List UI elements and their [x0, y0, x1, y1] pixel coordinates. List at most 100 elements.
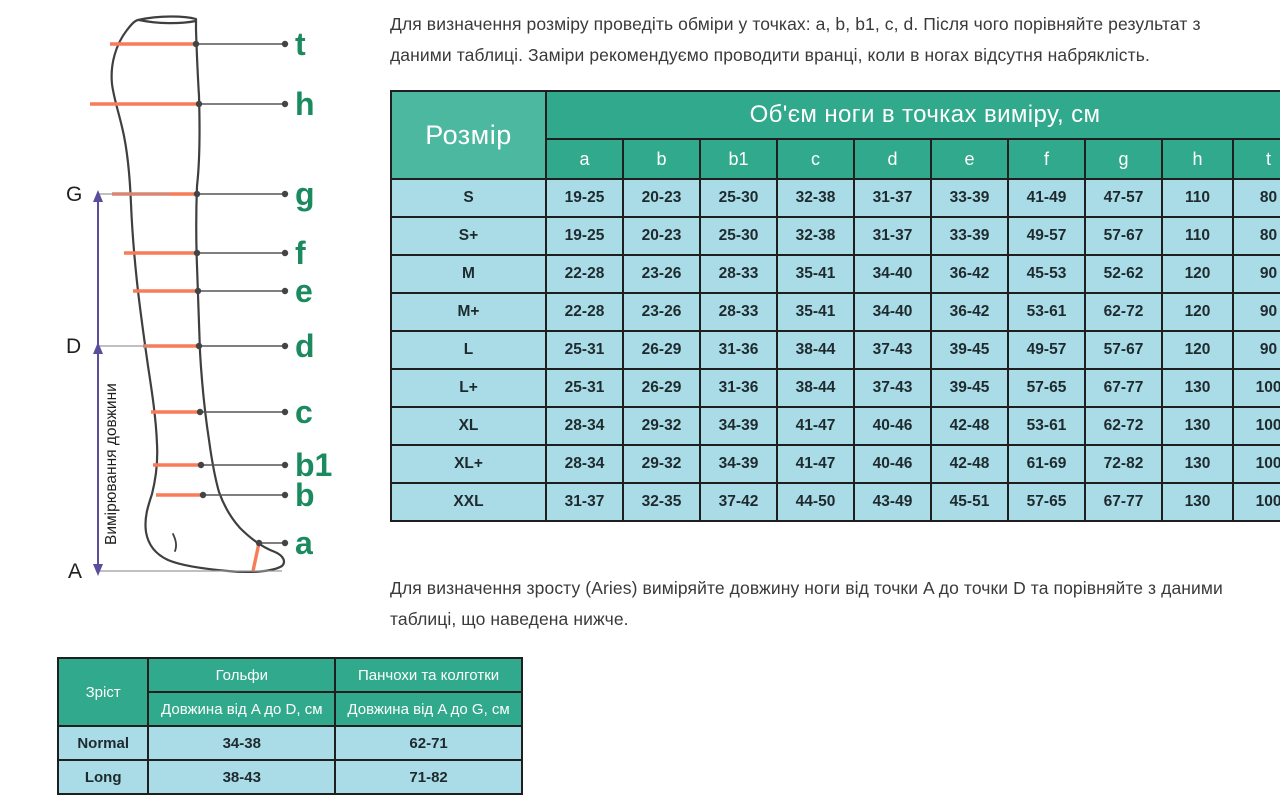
height-row-header: Зріст	[56, 657, 150, 727]
cell-g: 67-77	[1084, 368, 1163, 408]
cell-b: 20-23	[622, 178, 701, 218]
table-row: S 19-25 20-23 25-30 32-38 31-37 33-39 41-49 47-5…	[390, 178, 1280, 218]
row-size-label: L	[390, 330, 547, 370]
point-header-e: e	[930, 138, 1009, 180]
table-row: L+ 25-31 26-29 31-36 38-44 37-43 39-45 57-65 67-…	[390, 368, 1280, 408]
cell-e: 42-48	[930, 406, 1009, 446]
point-header-c: c	[776, 138, 855, 180]
point-label-h: h	[295, 86, 315, 122]
leg-outline-shape	[110, 15, 286, 574]
size-table: Розмір Об'єм ноги в точках виміру, см a …	[390, 90, 1280, 522]
height-group-header-golfy: Гольфи	[147, 657, 337, 693]
cell-b: 23-26	[622, 254, 701, 294]
cell-t: 100	[1231, 482, 1280, 522]
cell-d: 37-43	[853, 330, 932, 370]
table-row: XXL 31-37 32-35 37-42 44-50 43-49 45-51 57-65 67…	[390, 482, 1280, 522]
cell-d: 40-46	[853, 406, 932, 446]
cell-c: 32-38	[776, 216, 855, 256]
cell-g: 67-77	[1084, 482, 1163, 522]
cell-g: 62-72	[1084, 406, 1163, 446]
cell-c: 38-44	[776, 330, 855, 370]
height-cell-ad: 38-43	[147, 759, 337, 795]
volume-group-header: Об'єм ноги в точках виміру, см	[544, 90, 1280, 140]
cell-d: 31-37	[853, 216, 932, 256]
length-axis-label: Вимірювання довжини	[103, 383, 120, 545]
cell-a: 22-28	[545, 254, 624, 294]
cell-c: 32-38	[776, 178, 855, 218]
cell-t: 100	[1231, 368, 1280, 408]
cell-e: 36-42	[930, 292, 1009, 332]
cell-a: 31-37	[545, 482, 624, 522]
table-row: XL 28-34 29-32 34-39 41-47 40-46 42-48 53-61 62-…	[390, 406, 1280, 446]
cell-f: 49-57	[1007, 216, 1086, 256]
table-row: XL+ 28-34 29-32 34-39 41-47 40-46 42-48 61-69 72…	[390, 444, 1280, 484]
cell-h: 120	[1161, 254, 1234, 294]
intro-paragraph: Для визначення розміру проведіть обміри …	[390, 14, 1201, 65]
height-table-container: Зріст Гольфи Панчохи та колготки Довжина…	[56, 657, 523, 795]
table-row: M 22-28 23-26 28-33 35-41 34-40 36-42 45-53 52-6…	[390, 254, 1280, 294]
cell-b1: 37-42	[699, 482, 778, 522]
cell-e: 33-39	[930, 216, 1009, 256]
cell-a: 22-28	[545, 292, 624, 332]
row-size-label: XXL	[390, 482, 547, 522]
cell-t: 100	[1231, 406, 1280, 446]
row-size-label: XL+	[390, 444, 547, 484]
cell-e: 33-39	[930, 178, 1009, 218]
point-label-e: e	[295, 273, 313, 309]
cell-f: 61-69	[1007, 444, 1086, 484]
cell-a: 25-31	[545, 368, 624, 408]
cell-h: 110	[1161, 178, 1234, 218]
cell-b1: 28-33	[699, 254, 778, 294]
point-label-c: c	[295, 394, 313, 430]
row-size-label: L+	[390, 368, 547, 408]
height-table-body: Normal 34-38 62-71 Long 38-43 71-82	[56, 725, 523, 795]
cell-c: 41-47	[776, 444, 855, 484]
point-labels: t h g f e d c b1 b a	[295, 26, 332, 561]
cell-t: 100	[1231, 444, 1280, 484]
cell-d: 40-46	[853, 444, 932, 484]
cell-d: 34-40	[853, 254, 932, 294]
cell-g: 52-62	[1084, 254, 1163, 294]
cell-f: 49-57	[1007, 330, 1086, 370]
cell-c: 44-50	[776, 482, 855, 522]
cell-h: 130	[1161, 444, 1234, 484]
height-row-label: Long	[56, 759, 150, 795]
cell-t: 80	[1231, 178, 1280, 218]
cell-b: 29-32	[622, 406, 701, 446]
cell-b: 23-26	[622, 292, 701, 332]
height-table: Зріст Гольфи Панчохи та колготки Довжина…	[56, 657, 523, 795]
height-cell-ad: 34-38	[147, 725, 337, 761]
row-size-label: S+	[390, 216, 547, 256]
table-row: L 25-31 26-29 31-36 38-44 37-43 39-45 49-57 57-6…	[390, 330, 1280, 370]
cell-a: 19-25	[545, 178, 624, 218]
cell-h: 130	[1161, 406, 1234, 446]
axis-marker-a: A	[68, 560, 82, 583]
cell-b: 26-29	[622, 330, 701, 370]
point-header-d: d	[853, 138, 932, 180]
cell-d: 43-49	[853, 482, 932, 522]
row-size-label: XL	[390, 406, 547, 446]
cell-t: 90	[1231, 292, 1280, 332]
cell-b: 29-32	[622, 444, 701, 484]
cell-b1: 25-30	[699, 178, 778, 218]
cell-f: 53-61	[1007, 406, 1086, 446]
point-header-t: t	[1231, 138, 1280, 180]
cell-d: 34-40	[853, 292, 932, 332]
point-label-a: a	[295, 525, 313, 561]
cell-e: 39-45	[930, 368, 1009, 408]
cell-b1: 25-30	[699, 216, 778, 256]
cell-d: 31-37	[853, 178, 932, 218]
point-header-a: a	[545, 138, 624, 180]
cell-g: 72-82	[1084, 444, 1163, 484]
cell-b: 20-23	[622, 216, 701, 256]
cell-c: 41-47	[776, 406, 855, 446]
table-row: Long 38-43 71-82	[56, 759, 523, 795]
cell-g: 57-67	[1084, 216, 1163, 256]
cell-g: 57-67	[1084, 330, 1163, 370]
cell-a: 25-31	[545, 330, 624, 370]
table-row: Normal 34-38 62-71	[56, 725, 523, 761]
cell-h: 120	[1161, 292, 1234, 332]
cell-t: 90	[1231, 254, 1280, 294]
axis-marker-g: G	[66, 183, 82, 206]
row-size-label: M	[390, 254, 547, 294]
